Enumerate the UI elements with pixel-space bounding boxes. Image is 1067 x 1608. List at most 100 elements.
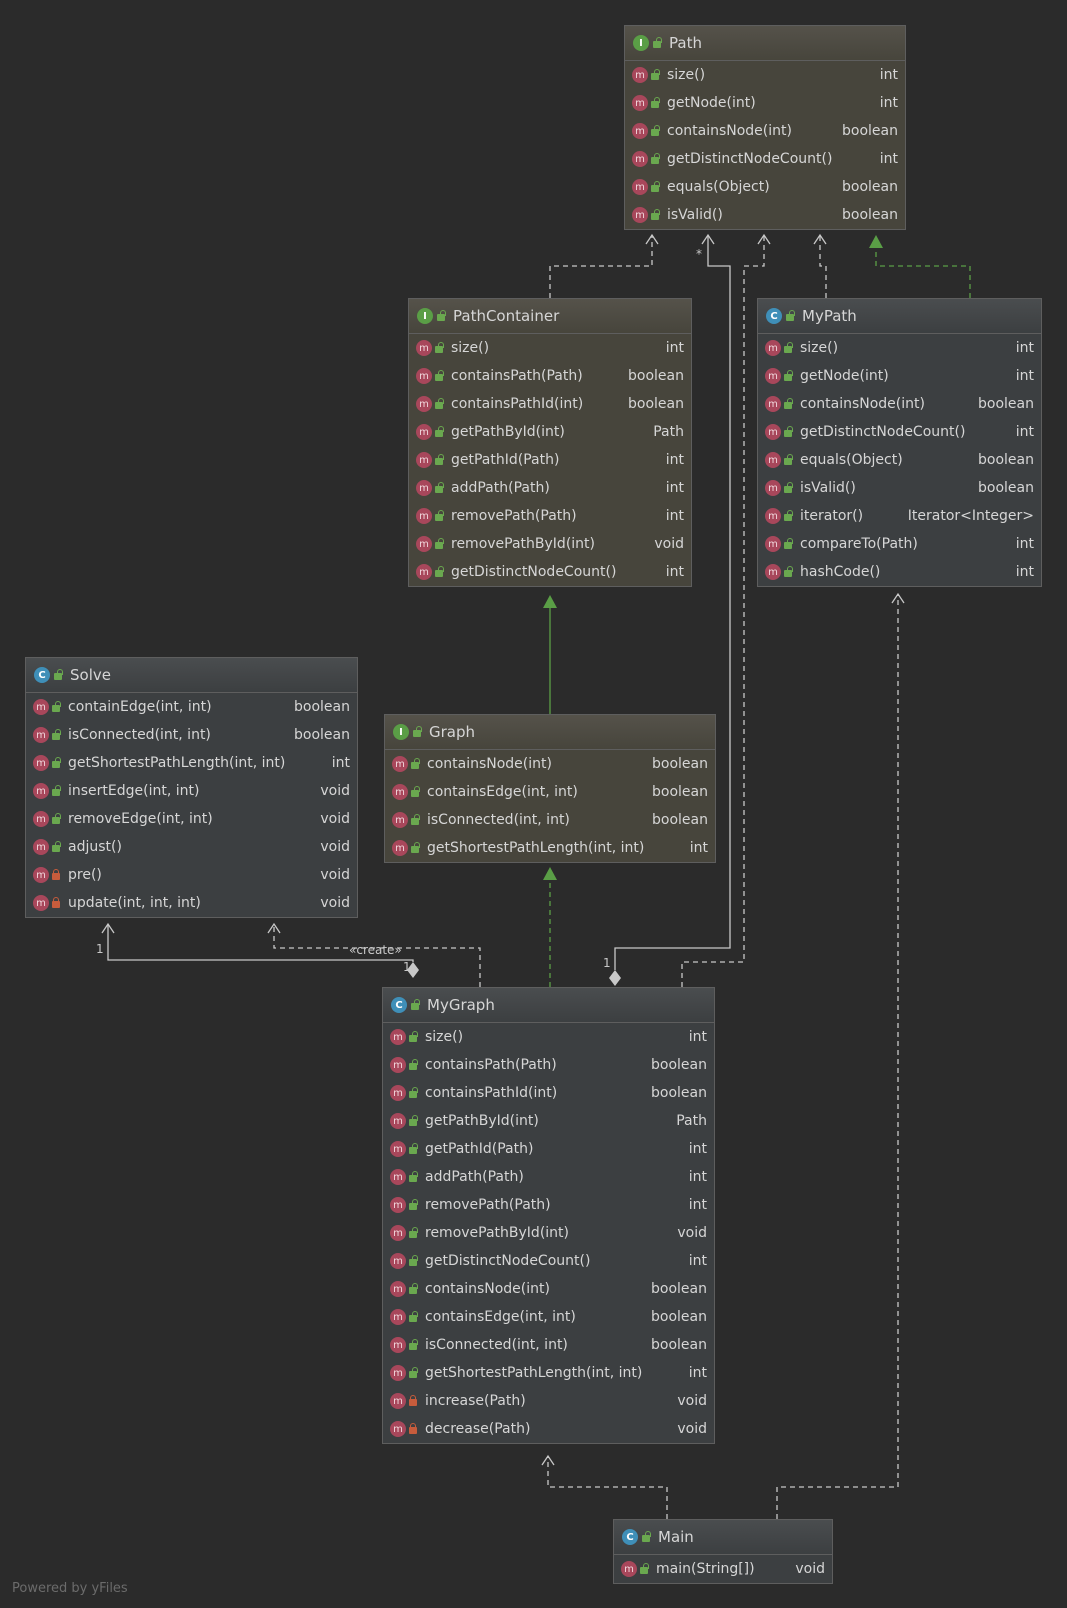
method-row[interactable]: m iterator() Iterator<Integer> xyxy=(758,502,1041,530)
method-row[interactable]: m main(String[]) void xyxy=(614,1555,832,1583)
node-solve[interactable]: C Solve m containEdge(int, int) boolean m isCo… xyxy=(25,657,358,918)
method-row[interactable]: m getDistinctNodeCount() int xyxy=(383,1247,714,1275)
method-row[interactable]: m getShortestPathLength(int, int) int xyxy=(385,834,715,862)
method-row[interactable]: m containsEdge(int, int) boolean xyxy=(383,1303,714,1331)
method-row[interactable]: m decrease(Path) void xyxy=(383,1415,714,1443)
public-lock-icon xyxy=(434,510,444,522)
method-row[interactable]: m isValid() boolean xyxy=(625,201,905,229)
method-icon: m xyxy=(390,1197,406,1213)
method-row[interactable]: m containsNode(int) boolean xyxy=(625,117,905,145)
method-row[interactable]: m containsPathId(int) boolean xyxy=(383,1079,714,1107)
method-row[interactable]: m size() int xyxy=(758,334,1041,362)
method-row[interactable]: m getShortestPathLength(int, int) int xyxy=(26,749,357,777)
method-name: containsEdge(int, int) xyxy=(427,784,578,800)
public-lock-icon xyxy=(408,1115,418,1127)
method-name: insertEdge(int, int) xyxy=(68,783,200,799)
method-name: getDistinctNodeCount() xyxy=(425,1253,591,1269)
public-lock-icon xyxy=(652,37,662,49)
node-graph[interactable]: I Graph m containsNode(int) boolean m contains… xyxy=(384,714,716,863)
method-row[interactable]: m containsPath(Path) boolean xyxy=(409,362,691,390)
method-row[interactable]: m getNode(int) int xyxy=(758,362,1041,390)
return-type: boolean xyxy=(652,784,708,800)
method-row[interactable]: m getDistinctNodeCount() int xyxy=(409,558,691,586)
method-icon: m xyxy=(416,564,432,580)
method-row[interactable]: m adjust() void xyxy=(26,833,357,861)
node-pathcontainer[interactable]: I PathContainer m size() int m containsPath(Pa… xyxy=(408,298,692,587)
method-row[interactable]: m isConnected(int, int) boolean xyxy=(383,1331,714,1359)
method-row[interactable]: m containsNode(int) boolean xyxy=(758,390,1041,418)
node-mypath[interactable]: C MyPath m size() int m getNode(int) int m contai… xyxy=(757,298,1042,587)
method-row[interactable]: m insertEdge(int, int) void xyxy=(26,777,357,805)
method-row[interactable]: m size() int xyxy=(383,1023,714,1051)
public-lock-icon xyxy=(51,701,61,713)
method-row[interactable]: m containEdge(int, int) boolean xyxy=(26,693,357,721)
method-row[interactable]: m hashCode() int xyxy=(758,558,1041,586)
return-type: boolean xyxy=(651,1057,707,1073)
method-row[interactable]: m containsEdge(int, int) boolean xyxy=(385,778,715,806)
method-row[interactable]: m containsPath(Path) boolean xyxy=(383,1051,714,1079)
method-row[interactable]: m addPath(Path) int xyxy=(409,474,691,502)
method-row[interactable]: m containsPathId(int) boolean xyxy=(409,390,691,418)
public-lock-icon xyxy=(783,566,793,578)
public-lock-icon xyxy=(783,398,793,410)
method-row[interactable]: m removePath(Path) int xyxy=(383,1191,714,1219)
public-lock-icon xyxy=(51,785,61,797)
member-list: m size() int m getNode(int) int m containsNode(… xyxy=(758,334,1041,586)
method-row[interactable]: m getShortestPathLength(int, int) int xyxy=(383,1359,714,1387)
method-icon: m xyxy=(392,840,408,856)
method-row[interactable]: m removePathById(int) void xyxy=(409,530,691,558)
method-row[interactable]: m removeEdge(int, int) void xyxy=(26,805,357,833)
method-name: update(int, int, int) xyxy=(68,895,201,911)
method-row[interactable]: m containsNode(int) boolean xyxy=(385,750,715,778)
return-type: int xyxy=(331,755,350,771)
method-name: isValid() xyxy=(667,207,723,223)
return-type: int xyxy=(688,1141,707,1157)
public-lock-icon xyxy=(783,510,793,522)
method-row[interactable]: m getDistinctNodeCount() int xyxy=(758,418,1041,446)
method-row[interactable]: m size() int xyxy=(625,61,905,89)
method-row[interactable]: m getPathById(int) Path xyxy=(383,1107,714,1135)
public-lock-icon xyxy=(434,398,444,410)
method-row[interactable]: m getDistinctNodeCount() int xyxy=(625,145,905,173)
method-icon: m xyxy=(416,396,432,412)
return-type: boolean xyxy=(842,207,898,223)
method-row[interactable]: m compareTo(Path) int xyxy=(758,530,1041,558)
method-icon: m xyxy=(392,812,408,828)
method-row[interactable]: m isValid() boolean xyxy=(758,474,1041,502)
method-row[interactable]: m isConnected(int, int) boolean xyxy=(385,806,715,834)
return-type: void xyxy=(795,1561,825,1577)
method-row[interactable]: m equals(Object) boolean xyxy=(625,173,905,201)
return-type: void xyxy=(677,1225,707,1241)
return-type: int xyxy=(688,1029,707,1045)
member-list: m main(String[]) void xyxy=(614,1555,832,1583)
create-stereotype-label: «create» xyxy=(349,943,402,957)
method-row[interactable]: m isConnected(int, int) boolean xyxy=(26,721,357,749)
method-row[interactable]: m getPathId(Path) int xyxy=(383,1135,714,1163)
node-main[interactable]: C Main m main(String[]) void xyxy=(613,1519,833,1584)
return-type: int xyxy=(1015,368,1034,384)
method-row[interactable]: m update(int, int, int) void xyxy=(26,889,357,917)
method-icon: m xyxy=(390,1225,406,1241)
method-row[interactable]: m pre() void xyxy=(26,861,357,889)
method-row[interactable]: m increase(Path) void xyxy=(383,1387,714,1415)
method-icon: m xyxy=(392,756,408,772)
method-row[interactable]: m removePathById(int) void xyxy=(383,1219,714,1247)
method-row[interactable]: m size() int xyxy=(409,334,691,362)
method-row[interactable]: m addPath(Path) int xyxy=(383,1163,714,1191)
method-icon: m xyxy=(765,396,781,412)
method-row[interactable]: m getPathById(int) Path xyxy=(409,418,691,446)
method-icon: m xyxy=(33,895,49,911)
node-header: I Path xyxy=(625,26,905,61)
method-name: getDistinctNodeCount() xyxy=(667,151,833,167)
member-list: m size() int m containsPath(Path) boolean m con… xyxy=(383,1023,714,1443)
node-path[interactable]: I Path m size() int m getNode(int) int m contains… xyxy=(624,25,906,230)
method-row[interactable]: m equals(Object) boolean xyxy=(758,446,1041,474)
method-icon: m xyxy=(765,368,781,384)
method-row[interactable]: m containsNode(int) boolean xyxy=(383,1275,714,1303)
method-row[interactable]: m getPathId(Path) int xyxy=(409,446,691,474)
method-row[interactable]: m removePath(Path) int xyxy=(409,502,691,530)
node-mygraph[interactable]: C MyGraph m size() int m containsPath(Path) boo… xyxy=(382,987,715,1444)
method-icon: m xyxy=(416,452,432,468)
return-type: boolean xyxy=(651,1337,707,1353)
method-row[interactable]: m getNode(int) int xyxy=(625,89,905,117)
